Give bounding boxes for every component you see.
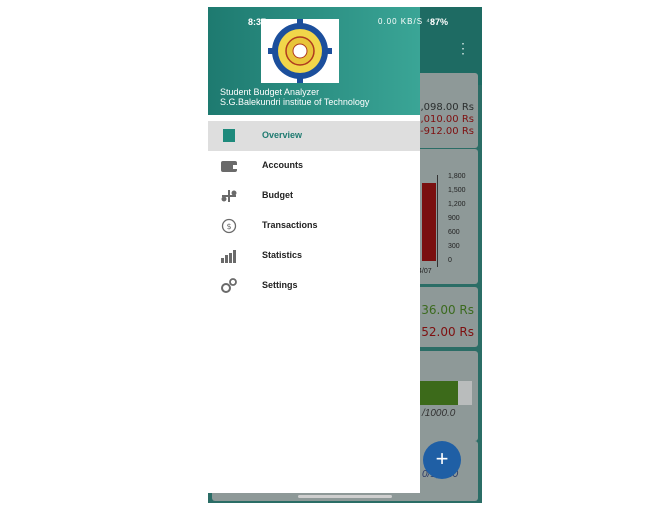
chart-bar: [422, 183, 436, 261]
drawer-menu: Overview Accounts Budget $ Transactions: [208, 121, 420, 301]
chart-x-label: 4/07: [418, 268, 432, 275]
navigation-drawer: Student Budget Analyzer S.G.Balekundri i…: [208, 7, 420, 493]
nav-item-settings[interactable]: Settings: [208, 271, 420, 301]
app-name: Student Budget Analyzer: [220, 87, 320, 97]
overview-square-icon: [220, 128, 238, 144]
chart-tick: 300: [448, 243, 460, 250]
chart-tick: 1,800: [448, 173, 466, 180]
chart-tick: 1,500: [448, 187, 466, 194]
phone-screen: ⋮ 4,098.00 Rs 5,010.00 Rs -912.00 Rs 1,8…: [208, 7, 482, 503]
battery-level: 87%: [430, 17, 449, 27]
chart-tick: 900: [448, 215, 460, 222]
chart-tick: 1,200: [448, 201, 466, 208]
home-indicator[interactable]: [298, 495, 392, 498]
nav-item-budget[interactable]: Budget: [208, 181, 420, 211]
nav-label: Overview: [262, 130, 303, 140]
status-bar: 8:37 0.00 KB/S ⁴⁶ 87%: [208, 7, 482, 33]
expense-amount: 5,010.00 Rs: [414, 114, 474, 125]
add-fab-button[interactable]: +: [423, 441, 461, 479]
gears-icon: [220, 278, 238, 294]
nav-label: Budget: [262, 190, 293, 200]
network-status-icon: 0.00 KB/S ⁴⁶: [378, 17, 435, 26]
income-amount: 4,098.00 Rs: [414, 102, 474, 113]
chart-axis: [437, 175, 438, 267]
nav-item-accounts[interactable]: Accounts: [208, 151, 420, 181]
nav-label: Accounts: [262, 160, 304, 170]
overflow-menu-icon[interactable]: ⋮: [456, 41, 470, 55]
wallet-icon: [220, 158, 238, 174]
nav-item-statistics[interactable]: Statistics: [208, 241, 420, 271]
budget-scale-icon: [220, 188, 238, 204]
summary-amount: 36.00 Rs: [421, 303, 474, 317]
svg-text:$: $: [226, 222, 231, 231]
budget-progress-fill: [420, 381, 458, 405]
summary-amount: 52.00 Rs: [421, 325, 474, 339]
chart-tick: 600: [448, 229, 460, 236]
nav-label: Settings: [262, 280, 298, 290]
balance-amount: -912.00 Rs: [420, 126, 474, 137]
dollar-history-icon: $: [220, 218, 238, 234]
status-time: 8:37: [248, 17, 267, 27]
nav-item-overview[interactable]: Overview: [208, 121, 420, 151]
chart-tick: 0: [448, 257, 452, 264]
nav-item-transactions[interactable]: $ Transactions: [208, 211, 420, 241]
budget-progress-label: /1000.0: [422, 408, 456, 419]
nav-label: Statistics: [262, 250, 303, 260]
bar-chart-icon: [220, 248, 238, 264]
institute-name: S.G.Balekundri institue of Technology: [220, 97, 370, 107]
nav-label: Transactions: [262, 220, 318, 230]
